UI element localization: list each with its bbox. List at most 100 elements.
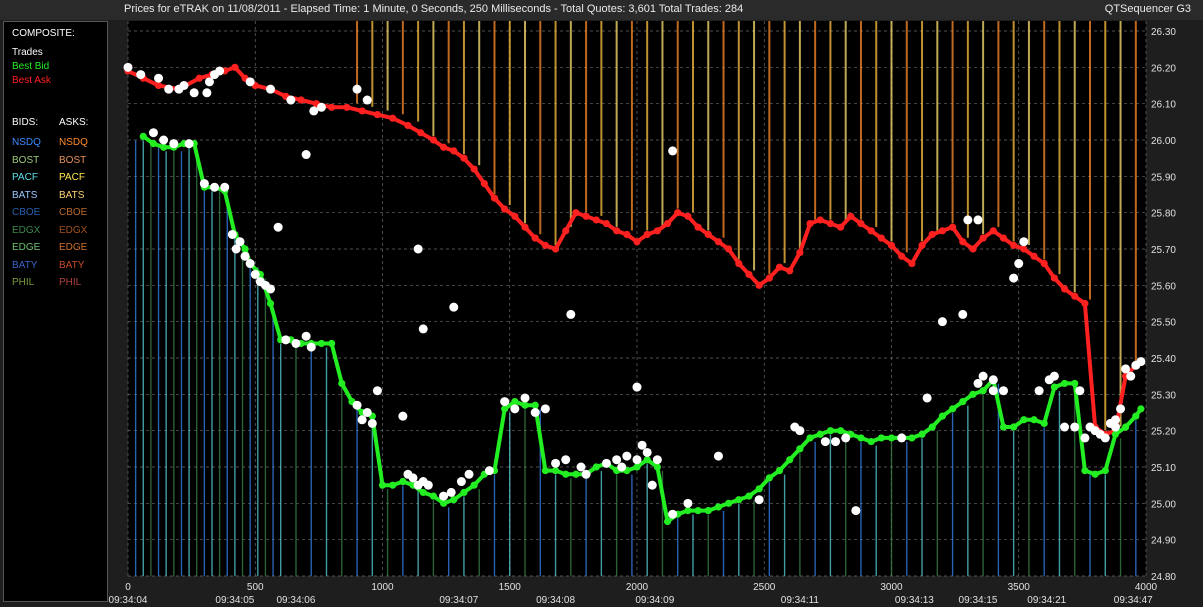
trades-point	[273, 222, 283, 232]
x-tick-label: 4000	[1135, 582, 1158, 593]
y-tick-label: 25.40	[1151, 354, 1176, 365]
best-bid-point	[786, 456, 794, 464]
time-label: 09:34:06	[277, 595, 316, 606]
best-ask-point	[592, 216, 600, 224]
trades-point	[309, 106, 319, 116]
y-tick-label: 25.00	[1151, 499, 1176, 510]
time-label: 09:34:21	[1027, 595, 1066, 606]
best-bid-point	[149, 140, 158, 148]
best-bid-point	[317, 339, 326, 348]
best-ask-point	[877, 234, 885, 242]
best-bid-point	[1050, 383, 1058, 391]
best-ask-point	[1050, 274, 1058, 282]
best-ask-point	[231, 63, 239, 71]
trades-point	[500, 397, 510, 407]
trades-point	[235, 237, 245, 247]
best-bid-point	[704, 507, 712, 515]
best-ask-point	[775, 263, 784, 271]
best-bid-point	[755, 485, 763, 493]
trades-point	[148, 128, 158, 138]
trades-point	[123, 62, 133, 72]
y-tick-label: 25.80	[1151, 209, 1176, 220]
trades-point	[398, 411, 408, 421]
best-ask-point	[786, 267, 794, 275]
best-ask-point	[735, 259, 743, 268]
best-ask-point	[908, 259, 916, 268]
trades-point	[520, 393, 530, 403]
best-ask-point	[1010, 241, 1018, 249]
best-ask-point	[999, 234, 1008, 242]
best-bid-point	[806, 434, 814, 442]
best-bid-point	[714, 503, 723, 511]
best-ask-point	[582, 212, 590, 220]
best-ask-point	[867, 227, 875, 235]
best-ask-point	[429, 136, 437, 144]
trades-point	[937, 317, 947, 327]
best-bid-point	[1040, 419, 1048, 427]
trades-point	[647, 480, 657, 490]
trades-point	[795, 426, 805, 436]
best-bid-point	[938, 412, 947, 420]
trades-point	[576, 462, 586, 472]
trades-point	[301, 150, 311, 160]
time-label: 09:34:11	[781, 595, 820, 606]
best-ask-point	[373, 110, 382, 119]
best-ask-point	[806, 219, 814, 228]
trades-point	[202, 88, 212, 98]
best-ask-point	[154, 81, 163, 90]
trades-point	[637, 440, 647, 450]
trades-point	[510, 404, 520, 414]
best-bid-point	[867, 437, 875, 446]
trades-point	[1136, 357, 1146, 367]
best-bid-point	[460, 488, 468, 497]
time-label: 09:34:47	[1114, 595, 1153, 606]
trades-point	[978, 371, 988, 381]
best-bid-point	[1060, 379, 1069, 388]
trades-point	[1126, 371, 1136, 381]
trades-point	[897, 433, 907, 443]
best-ask-point	[725, 245, 733, 253]
trades-point	[306, 342, 316, 352]
trades-point	[1116, 404, 1126, 414]
best-ask-point	[417, 129, 425, 137]
best-bid-point	[1091, 470, 1099, 478]
best-bid-point	[948, 405, 957, 413]
best-ask-point	[765, 274, 773, 282]
trades-point	[713, 451, 723, 461]
best-bid-point	[684, 507, 692, 515]
y-tick-label: 25.70	[1151, 245, 1176, 256]
trades-point	[215, 66, 225, 76]
best-bid-point	[857, 434, 865, 442]
trades-point	[240, 251, 250, 261]
trades-point	[1034, 386, 1044, 396]
y-tick-label: 26.20	[1151, 63, 1176, 74]
trades-point	[286, 95, 296, 105]
trades-point	[184, 139, 194, 149]
best-ask-point	[602, 219, 611, 228]
y-tick-label: 26.30	[1151, 27, 1176, 38]
best-ask-point	[511, 212, 519, 220]
trades-point	[998, 386, 1008, 396]
best-ask-point	[918, 241, 926, 249]
best-bid-point	[531, 401, 539, 409]
best-bid-point	[1071, 379, 1079, 388]
best-ask-point	[959, 238, 967, 246]
trades-point	[446, 487, 456, 497]
trades-point	[227, 229, 237, 239]
best-bid-point	[1081, 467, 1089, 475]
best-ask-point	[613, 227, 621, 235]
best-bid-point	[745, 492, 753, 500]
best-bid-point	[541, 467, 549, 475]
trades-point	[668, 146, 678, 156]
x-tick-label: 500	[247, 582, 264, 593]
trades-point	[988, 386, 998, 396]
best-ask-point	[684, 212, 692, 220]
x-tick-label: 1000	[371, 582, 394, 593]
trades-point	[301, 331, 311, 341]
best-bid-point	[725, 499, 733, 507]
trades-point	[1019, 237, 1029, 247]
best-bid-point	[419, 488, 427, 497]
best-ask-point	[714, 238, 723, 246]
trades-point	[456, 477, 466, 487]
y-tick-label: 25.20	[1151, 427, 1176, 438]
